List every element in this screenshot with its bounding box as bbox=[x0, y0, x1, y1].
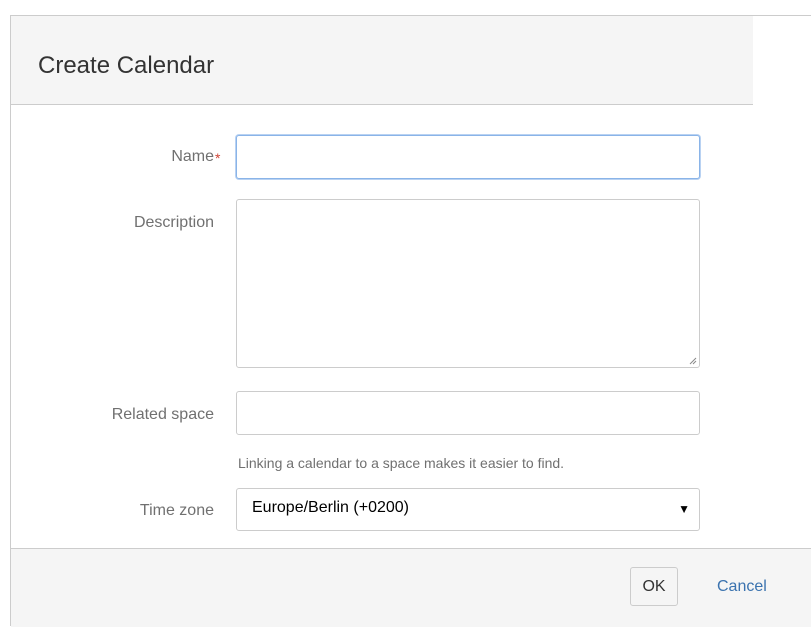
required-marker: * bbox=[215, 150, 221, 166]
name-label: Name bbox=[171, 148, 214, 165]
resize-grip-icon[interactable] bbox=[689, 357, 697, 365]
description-textarea[interactable] bbox=[236, 199, 700, 368]
name-input[interactable] bbox=[236, 135, 700, 179]
time-zone-select[interactable]: Europe/Berlin (+0200) ▼ bbox=[236, 488, 700, 531]
ok-button[interactable]: OK bbox=[630, 567, 678, 606]
dialog-header: Create Calendar bbox=[11, 16, 753, 105]
dialog-title: Create Calendar bbox=[38, 52, 215, 79]
create-calendar-dialog: Create Calendar Name * Description Relat… bbox=[10, 15, 811, 627]
description-label: Description bbox=[133, 214, 214, 231]
related-space-input[interactable] bbox=[236, 391, 700, 435]
time-zone-label: Time zone bbox=[139, 502, 214, 519]
cancel-link[interactable]: Cancel bbox=[717, 577, 767, 597]
time-zone-selected-value: Europe/Berlin (+0200) bbox=[252, 499, 409, 516]
dropdown-arrow-icon: ▼ bbox=[678, 502, 690, 516]
related-space-help-text: Linking a calendar to a space makes it e… bbox=[238, 455, 565, 471]
dialog-footer: OK Cancel bbox=[11, 548, 811, 627]
related-space-label: Related space bbox=[111, 406, 214, 423]
